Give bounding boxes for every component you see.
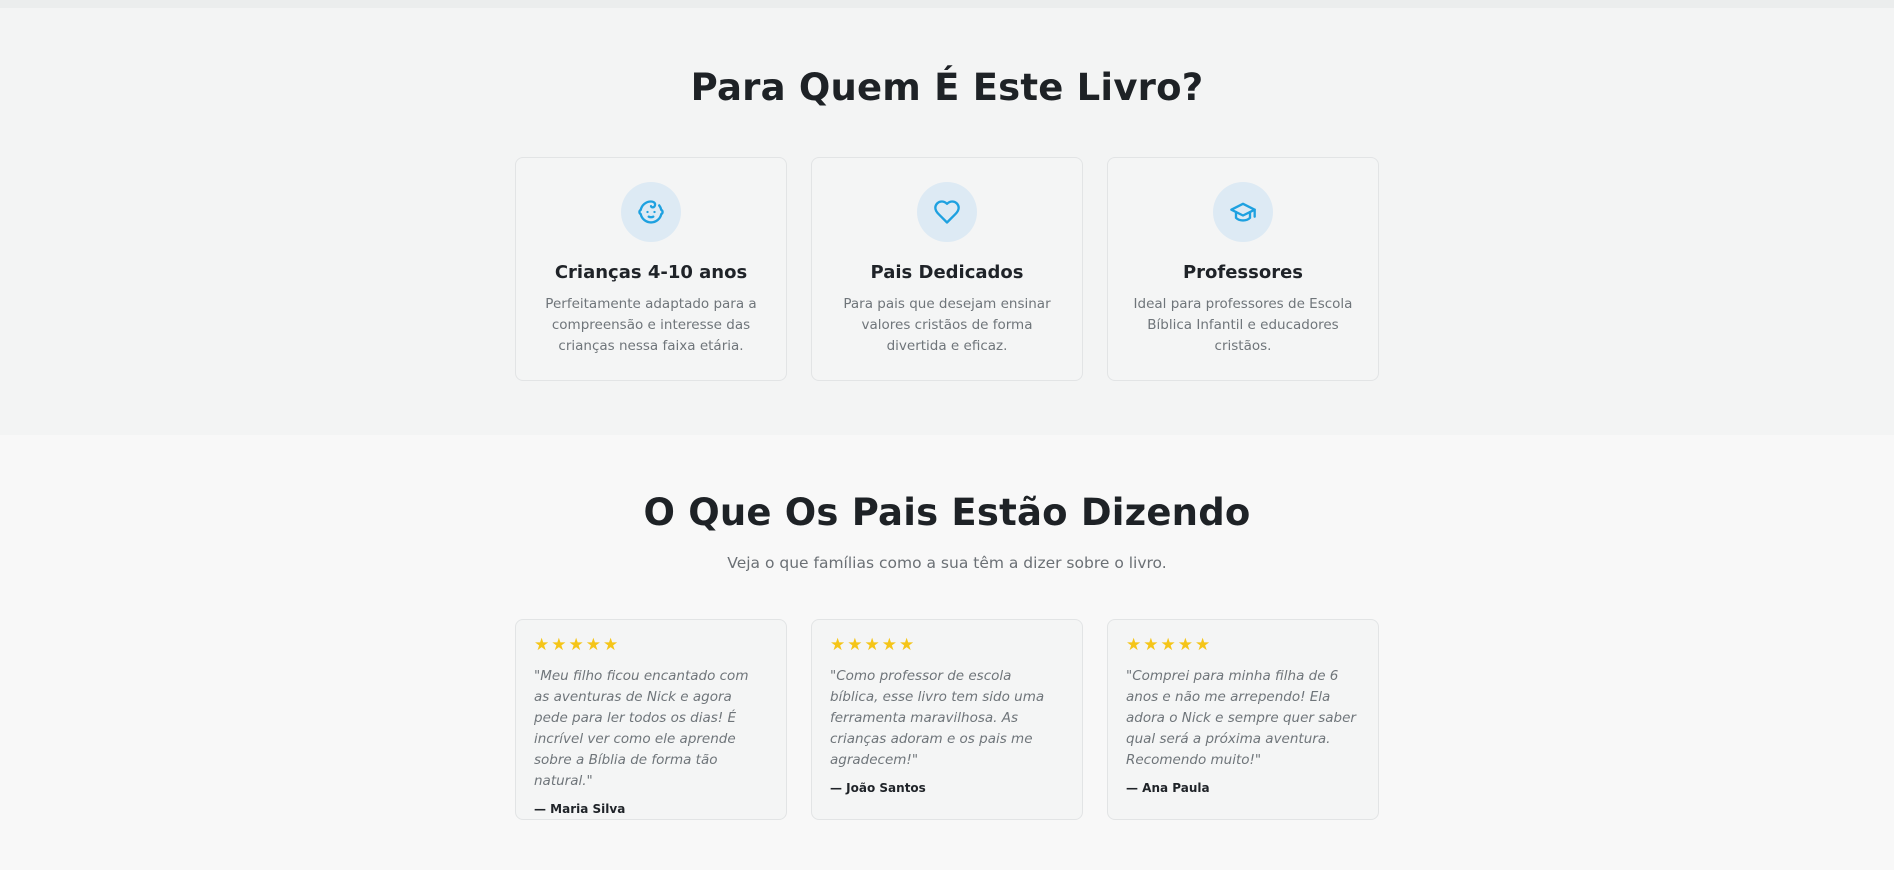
top-divider xyxy=(0,0,1894,8)
star-icon: ★ xyxy=(1143,635,1159,655)
testimonial-quote: "Comprei para minha filha de 6 anos e nã… xyxy=(1126,668,1356,768)
star-icon: ★ xyxy=(585,635,601,655)
star-rating: ★ ★ ★ ★ ★ xyxy=(1126,636,1360,654)
star-icon: ★ xyxy=(881,635,897,655)
testimonial-author: — Maria Silva xyxy=(534,802,626,816)
testimonials-title: O Que Os Pais Estão Dizendo xyxy=(643,491,1251,534)
heart-icon xyxy=(917,182,977,242)
star-icon: ★ xyxy=(603,635,619,655)
audience-card-children: Crianças 4-10 anos Perfeitamente adaptad… xyxy=(515,157,787,381)
star-icon: ★ xyxy=(551,635,567,655)
testimonial-author: — Ana Paula xyxy=(1126,781,1210,795)
star-icon: ★ xyxy=(864,635,880,655)
graduation-cap-icon xyxy=(1213,182,1273,242)
star-icon: ★ xyxy=(899,635,915,655)
star-rating: ★ ★ ★ ★ ★ xyxy=(534,636,768,654)
baby-face-icon xyxy=(621,182,681,242)
testimonial-author: — João Santos xyxy=(830,781,926,795)
star-rating: ★ ★ ★ ★ ★ xyxy=(830,636,1064,654)
testimonials-subtitle: Veja o que famílias como a sua têm a diz… xyxy=(727,554,1167,572)
star-icon: ★ xyxy=(534,635,550,655)
star-icon: ★ xyxy=(568,635,584,655)
audience-cards: Crianças 4-10 anos Perfeitamente adaptad… xyxy=(0,157,1894,381)
star-icon: ★ xyxy=(847,635,863,655)
audience-card-title: Pais Dedicados xyxy=(870,262,1024,283)
star-icon: ★ xyxy=(830,635,846,655)
audience-card-title: Crianças 4-10 anos xyxy=(554,262,748,283)
audience-card-teachers: Professores Ideal para professores de Es… xyxy=(1107,157,1379,381)
testimonial-card: ★ ★ ★ ★ ★ "Como professor de escola bíbl… xyxy=(811,619,1083,820)
testimonial-quote: "Como professor de escola bíblica, esse … xyxy=(830,668,1045,768)
audience-section: Para Quem É Este Livro? Crianças 4-10 an… xyxy=(0,8,1894,435)
testimonial-cards: ★ ★ ★ ★ ★ "Meu filho ficou encantado com… xyxy=(0,619,1894,820)
star-icon: ★ xyxy=(1195,635,1211,655)
audience-card-title: Professores xyxy=(1182,262,1304,283)
testimonial-quote: "Meu filho ficou encantado com as aventu… xyxy=(534,668,749,789)
audience-card-parents: Pais Dedicados Para pais que desejam ens… xyxy=(811,157,1083,381)
testimonial-card: ★ ★ ★ ★ ★ "Comprei para minha filha de 6… xyxy=(1107,619,1379,820)
testimonials-section: O Que Os Pais Estão Dizendo Veja o que f… xyxy=(0,435,1894,870)
star-icon: ★ xyxy=(1177,635,1193,655)
star-icon: ★ xyxy=(1126,635,1142,655)
audience-card-text: Ideal para professores de Escola Bíblica… xyxy=(1133,296,1353,354)
audience-title: Para Quem É Este Livro? xyxy=(690,66,1204,109)
audience-card-text: Para pais que desejam ensinar valores cr… xyxy=(843,296,1051,354)
testimonial-card: ★ ★ ★ ★ ★ "Meu filho ficou encantado com… xyxy=(515,619,787,820)
star-icon: ★ xyxy=(1160,635,1176,655)
audience-card-text: Perfeitamente adaptado para a compreensã… xyxy=(545,296,757,354)
